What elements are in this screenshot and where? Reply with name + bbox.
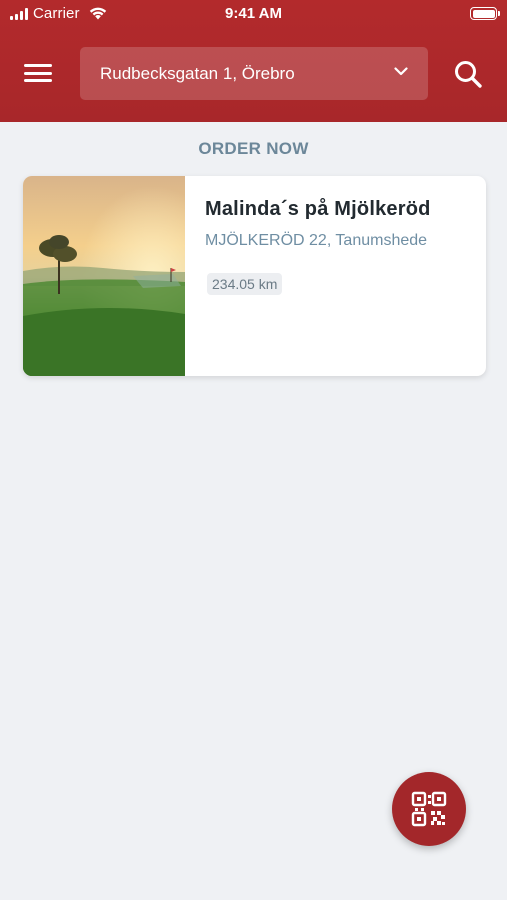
status-bar: Carrier 9:41 AM <box>0 0 507 28</box>
hamburger-menu-icon <box>24 64 52 67</box>
qr-code-icon <box>411 791 447 827</box>
restaurant-address: MJÖLKERÖD 22, Tanumshede <box>205 232 428 249</box>
app-header: Carrier 9:41 AM Rudbecksgatan 1, Örebro <box>0 0 507 122</box>
restaurant-image <box>23 176 185 376</box>
battery-icon <box>470 7 500 20</box>
address-selector[interactable]: Rudbecksgatan 1, Örebro <box>80 47 428 100</box>
status-time: 9:41 AM <box>225 5 282 22</box>
restaurant-card[interactable]: Malinda´s på Mjölkeröd MJÖLKERÖD 22, Tan… <box>23 176 486 376</box>
restaurant-name: Malinda´s på Mjölkeröd <box>205 198 431 220</box>
qr-scan-button[interactable] <box>392 772 466 846</box>
search-icon[interactable] <box>453 59 483 89</box>
section-title: ORDER NOW <box>198 139 309 158</box>
chevron-down-icon <box>394 67 408 76</box>
distance-badge: 234.05 km <box>207 273 283 295</box>
menu-button[interactable] <box>24 62 56 84</box>
address-text: Rudbecksgatan 1, Örebro <box>100 63 295 83</box>
